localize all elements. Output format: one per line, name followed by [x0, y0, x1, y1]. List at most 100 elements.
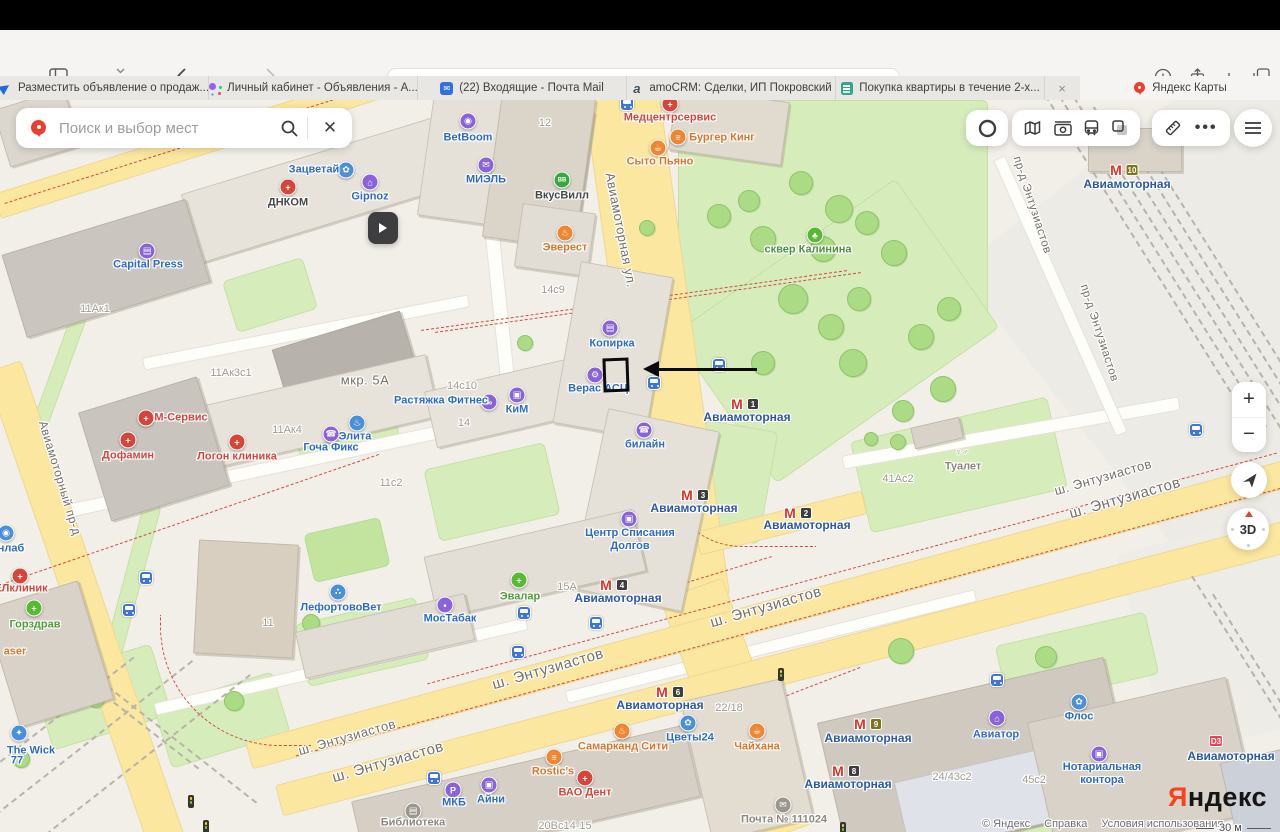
- transit-stop-icon[interactable]: [647, 376, 661, 390]
- poi-icon[interactable]: +: [138, 410, 155, 427]
- poi-icon[interactable]: ≡: [670, 129, 687, 146]
- metro-icon[interactable]: М: [854, 716, 866, 732]
- transit-stop-icon[interactable]: [990, 673, 1004, 687]
- poi-label[interactable]: Rostic's: [532, 765, 574, 778]
- tab-close-button[interactable]: ×: [1050, 76, 1074, 100]
- poi-label[interactable]: ЕЛклиник: [0, 582, 48, 595]
- search-icon[interactable]: [271, 108, 307, 148]
- transit-stop-icon[interactable]: [122, 603, 136, 617]
- poi-label[interactable]: ДНКОМ: [268, 196, 308, 209]
- poi-label[interactable]: МИЭЛЬ: [466, 173, 506, 186]
- poi-label[interactable]: ВкусВилл: [535, 189, 589, 202]
- transit-stop-icon[interactable]: [620, 100, 634, 111]
- poi-label[interactable]: Нотариальная контора: [1063, 761, 1141, 787]
- panel-expander-button[interactable]: [368, 212, 398, 244]
- poi-icon[interactable]: ▪: [437, 597, 454, 614]
- routes-icon[interactable]: [1024, 120, 1041, 136]
- poi-label[interactable]: Туалет: [945, 460, 982, 473]
- poi-label[interactable]: нлаб: [0, 542, 24, 555]
- panoramas-icon[interactable]: [1054, 121, 1072, 136]
- poi-icon[interactable]: ▤: [602, 320, 619, 337]
- layers-icon[interactable]: [1112, 120, 1128, 136]
- poi-label[interactable]: aser: [4, 645, 27, 658]
- poi-label[interactable]: Айни: [477, 793, 505, 806]
- poi-icon[interactable]: ✿: [1071, 694, 1088, 711]
- poi-icon[interactable]: ♨: [349, 415, 366, 432]
- tab-1[interactable]: Разместить объявление о продаж...: [0, 76, 209, 100]
- metro-station-label[interactable]: Авиамоторная: [703, 410, 790, 424]
- poi-icon[interactable]: +: [26, 600, 43, 617]
- poi-label[interactable]: Чайхана: [734, 740, 780, 753]
- poi-label[interactable]: Логон клиника: [197, 450, 277, 463]
- poi-icon[interactable]: ◉: [460, 113, 477, 130]
- tab-3[interactable]: ✉(22) Входящие - Почта Mail: [418, 76, 627, 100]
- poi-label[interactable]: Копирка: [589, 337, 634, 350]
- poi-icon[interactable]: ▣: [509, 387, 526, 404]
- poi-label[interactable]: М-Сервис: [154, 411, 207, 424]
- poi-label[interactable]: Гоча Фикс: [303, 441, 358, 454]
- poi-icon[interactable]: ☎: [636, 422, 653, 439]
- poi-icon[interactable]: ☎: [323, 426, 340, 443]
- poi-icon[interactable]: ♣: [807, 227, 824, 244]
- poi-icon[interactable]: ▣: [481, 777, 498, 794]
- transit-stop-icon[interactable]: [1189, 423, 1203, 437]
- poi-icon[interactable]: ♨: [557, 225, 574, 242]
- transport-icon[interactable]: [1084, 120, 1099, 136]
- tab-4[interactable]: aamoCRM: Сделки, ИП Покровский: [627, 76, 836, 100]
- yandex-map-canvas[interactable]: Авиамоторная ул.Авиамоторный пр-дпр-д Эн…: [0, 100, 1280, 832]
- poi-label[interactable]: МосТабак: [424, 612, 477, 625]
- locate-button[interactable]: [1231, 462, 1267, 498]
- poi-label[interactable]: Дофамин: [102, 449, 154, 462]
- poi-label[interactable]: Библиотека: [381, 816, 446, 829]
- poi-icon[interactable]: +: [229, 434, 246, 451]
- metro-station-label[interactable]: Авиамоторная: [650, 501, 737, 515]
- poi-icon[interactable]: ⚙: [587, 367, 604, 384]
- help-link[interactable]: Справка: [1044, 818, 1087, 830]
- poi-label[interactable]: Флос: [1065, 710, 1094, 723]
- poi-icon[interactable]: ✉: [478, 157, 495, 174]
- poi-icon[interactable]: +: [280, 179, 297, 196]
- map-search-bar[interactable]: ✕: [16, 108, 352, 148]
- zoom-out-button[interactable]: −: [1232, 417, 1266, 453]
- poi-icon[interactable]: +: [120, 432, 137, 449]
- poi-icon[interactable]: +: [511, 572, 528, 589]
- d3-line-badge[interactable]: D3: [1209, 735, 1223, 747]
- poi-label[interactable]: 77: [11, 754, 23, 767]
- transit-stop-icon[interactable]: [427, 771, 441, 785]
- poi-label[interactable]: Почта № 111024: [741, 813, 827, 826]
- metro-station-label[interactable]: Авиамоторная: [804, 777, 891, 791]
- poi-label[interactable]: сквер Калинина: [764, 243, 851, 256]
- metro-station-label[interactable]: Авиамоторная: [616, 698, 703, 712]
- poi-icon[interactable]: ☕: [749, 723, 766, 740]
- tab-2[interactable]: Личный кабинет - Объявления - А...: [209, 76, 418, 100]
- poi-icon[interactable]: BB: [554, 172, 571, 189]
- poi-label[interactable]: Медцентрсервис: [624, 111, 717, 124]
- poi-label[interactable]: Самарканд Сити: [578, 740, 668, 753]
- transit-stop-icon[interactable]: [511, 645, 525, 659]
- poi-icon[interactable]: ▣: [621, 511, 638, 528]
- poi-icon[interactable]: +: [577, 770, 594, 787]
- poi-label[interactable]: МКБ: [442, 796, 466, 809]
- poi-label[interactable]: КиМ: [506, 403, 529, 416]
- transit-stop-icon[interactable]: [517, 606, 531, 620]
- poi-label[interactable]: Центр Списания Долгов: [585, 527, 675, 553]
- transit-stop-icon[interactable]: [589, 616, 603, 630]
- poi-label[interactable]: билайн: [625, 438, 665, 451]
- metro-station-label[interactable]: Авиамоторная: [1083, 177, 1170, 191]
- poi-icon[interactable]: ≡: [546, 749, 563, 766]
- transit-stop-icon[interactable]: [139, 571, 153, 585]
- poi-icon[interactable]: ✿: [680, 715, 697, 732]
- metro-station-label[interactable]: Авиамоторная: [1187, 749, 1274, 763]
- poi-icon[interactable]: ☕: [650, 140, 667, 157]
- tab-5[interactable]: Покупка квартиры в течение 2-х...: [836, 76, 1045, 100]
- poi-label[interactable]: Зацветай: [289, 163, 340, 176]
- ruler-icon[interactable]: [1164, 119, 1182, 137]
- chevron-down-icon[interactable]: [112, 68, 128, 74]
- poi-label[interactable]: Gipnoz: [351, 190, 388, 203]
- traffic-button[interactable]: [966, 110, 1008, 146]
- poi-label[interactable]: Capital Press: [113, 258, 183, 271]
- poi-icon[interactable]: ▤: [139, 243, 156, 260]
- metro-icon[interactable]: М: [1110, 162, 1122, 178]
- poi-label[interactable]: BetBoom: [444, 131, 493, 144]
- poi-label[interactable]: Сыто Пьяно: [627, 155, 694, 168]
